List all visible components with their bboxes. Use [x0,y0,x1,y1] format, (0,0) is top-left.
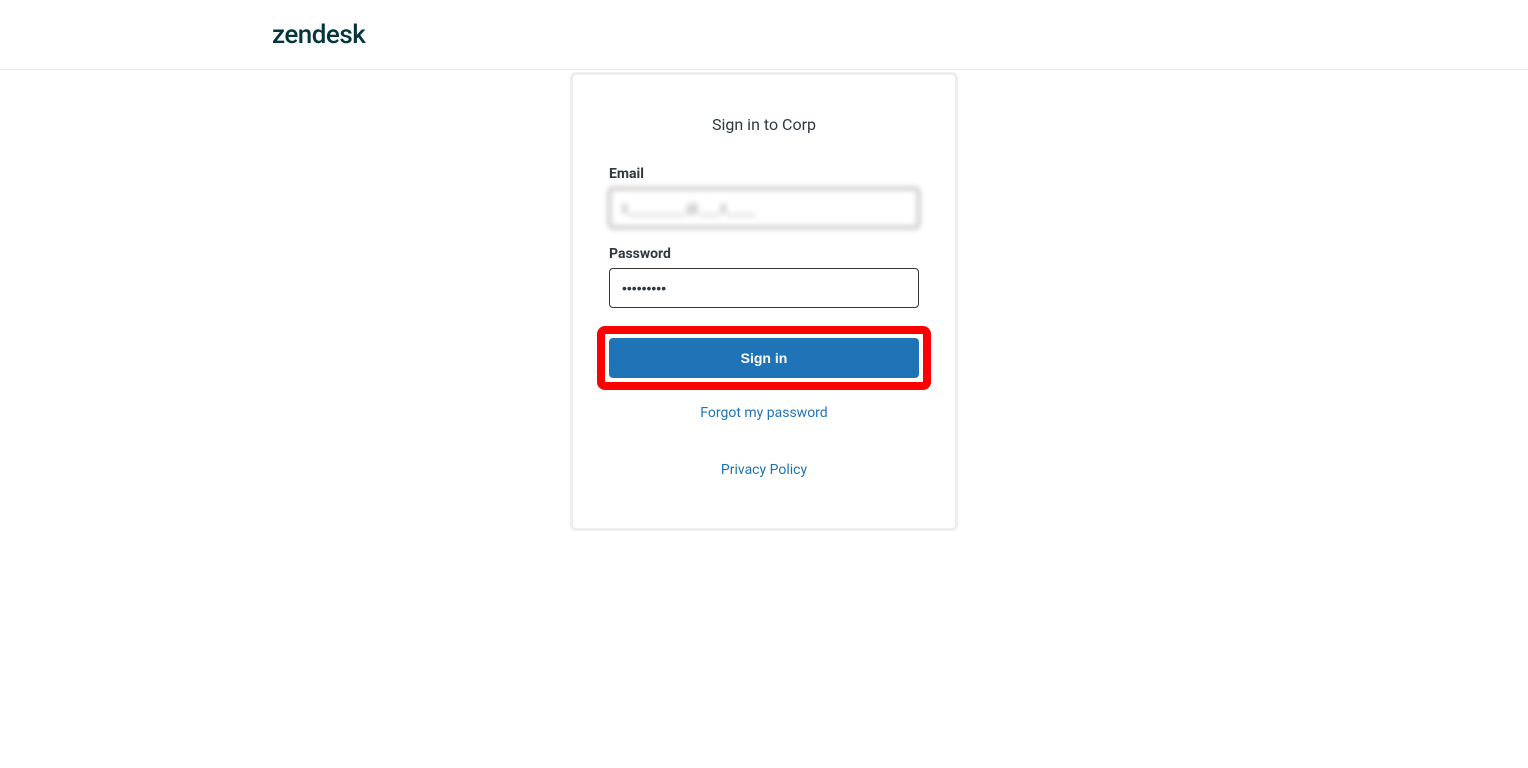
email-field-group: Email [609,166,919,228]
signin-card: Sign in to Corp Email Password Sign in F… [570,72,958,531]
highlight-box: Sign in [597,326,931,390]
header: zendesk [0,0,1528,70]
password-label: Password [609,246,919,262]
main-container: Sign in to Corp Email Password Sign in F… [0,70,1528,531]
privacy-policy-link[interactable]: Privacy Policy [721,462,807,478]
password-input[interactable] [609,268,919,308]
email-label: Email [609,166,919,182]
signin-button[interactable]: Sign in [609,338,919,378]
forgot-password-row: Forgot my password [609,402,919,421]
forgot-password-link[interactable]: Forgot my password [700,405,827,421]
zendesk-logo: zendesk [272,20,365,50]
password-field-group: Password [609,246,919,308]
signin-title: Sign in to Corp [609,115,919,134]
email-input[interactable] [609,188,919,228]
privacy-row: Privacy Policy [609,459,919,478]
